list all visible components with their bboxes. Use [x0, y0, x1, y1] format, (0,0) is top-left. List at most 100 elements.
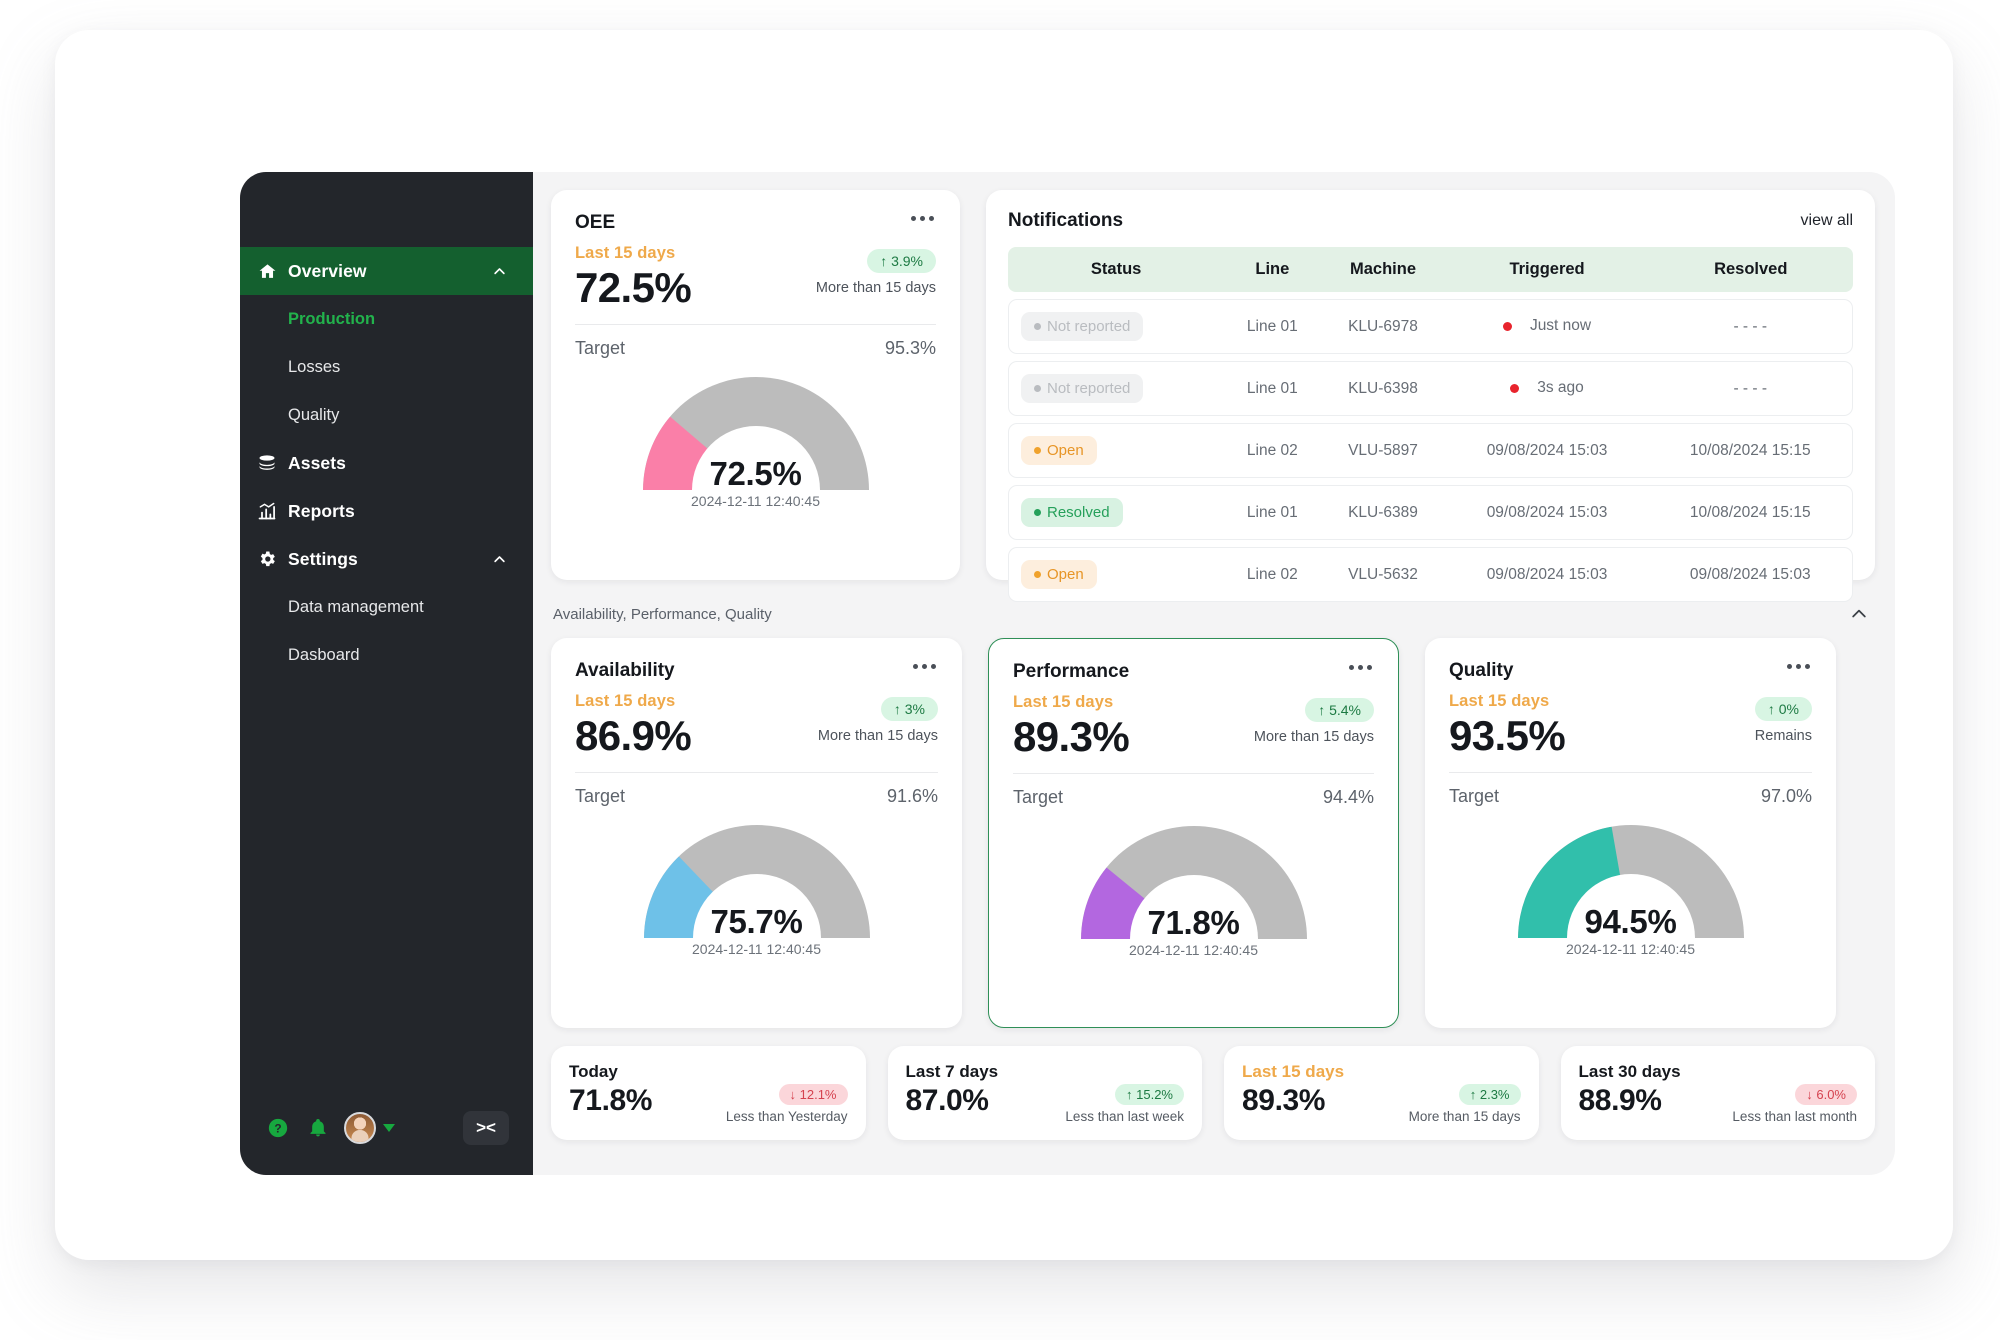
status-badge: Open: [1021, 436, 1097, 465]
sidebar-item-settings[interactable]: Settings: [240, 535, 533, 583]
kpi-trend-sub: More than 15 days: [1253, 729, 1374, 745]
oee-trend-sub: More than 15 days: [815, 280, 936, 296]
column-header-status: Status: [1008, 247, 1225, 292]
summary-card-value: 71.8%: [569, 1084, 653, 1117]
oee-kpi-left: Last 15 days 72.5%: [575, 244, 692, 311]
summary-trend-badge: ↑ 2.3%: [1458, 1084, 1521, 1105]
sidebar-item-losses[interactable]: Losses: [240, 343, 533, 391]
sidebar-item-production[interactable]: Production: [240, 295, 533, 343]
triggered-text: 3s ago: [1537, 379, 1584, 397]
more-options-icon[interactable]: [911, 660, 938, 673]
svg-text:?: ?: [274, 1122, 281, 1136]
notifications-table-body: Not reported Line 01 KLU-6978 Just now - - -…: [1008, 299, 1853, 602]
sidebar-subitem-label: Production: [288, 309, 376, 328]
kpi-card-quality[interactable]: Quality Last 15 days 93.5% ↑ 0% Remains Targe…: [1425, 638, 1836, 1028]
sidebar-item-quality[interactable]: Quality: [240, 391, 533, 439]
cell-machine: VLU-5897: [1320, 423, 1446, 478]
cell-triggered: 3s ago: [1445, 361, 1649, 416]
summary-card-body: 89.3% ↑ 2.3% More than 15 days: [1242, 1084, 1521, 1124]
table-row[interactable]: Open Line 02 VLU-5897 09/08/2024 15:03 10/08…: [1008, 423, 1853, 478]
summary-card-today[interactable]: Today 71.8% ↓ 12.1% Less than Yesterday: [551, 1046, 866, 1140]
cell-line: Line 02: [1224, 547, 1321, 602]
kpi-gauge: 71.8% 2024-12-11 12:40:45: [1013, 825, 1374, 958]
kpi-value: 89.3%: [1013, 713, 1130, 760]
kpi-target-row: Target 94.4%: [1013, 774, 1374, 808]
notifications-header: Notifications view all: [1008, 210, 1853, 232]
cell-status: Open: [1008, 423, 1225, 478]
chevron-up-icon[interactable]: [492, 264, 507, 279]
more-options-icon[interactable]: [909, 212, 936, 225]
cell-status: Open: [1008, 547, 1225, 602]
table-row[interactable]: Open Line 02 VLU-5632 09/08/2024 15:03 09/08…: [1008, 547, 1853, 602]
kpi-gauge: 94.5% 2024-12-11 12:40:45: [1449, 824, 1812, 957]
chevron-up-icon[interactable]: [1849, 604, 1869, 624]
notifications-title: Notifications: [1008, 210, 1124, 231]
kpi-left: Last 15 days 89.3%: [1013, 693, 1130, 760]
kpi-card-header: Availability: [575, 660, 938, 682]
gear-icon: [252, 549, 282, 569]
summary-card-title: Today: [569, 1062, 618, 1081]
kpi-card-performance[interactable]: Performance Last 15 days 89.3% ↑ 5.4% More t…: [988, 638, 1399, 1028]
oee-value: 72.5%: [575, 264, 692, 311]
summary-trend-badge: ↓ 6.0%: [1795, 1084, 1857, 1105]
collapse-sidebar-button[interactable]: ><: [463, 1111, 509, 1145]
sidebar-item-reports[interactable]: Reports: [240, 487, 533, 535]
sidebar-subitem-label: Dasboard: [288, 645, 360, 664]
oee-kpi-right: ↑ 3.9% More than 15 days: [816, 244, 936, 296]
kpi-target-value: 97.0%: [1760, 785, 1812, 806]
sidebar-item-dasboard[interactable]: Dasboard: [240, 631, 533, 679]
avatar[interactable]: [344, 1112, 376, 1144]
summary-card-last-7-days[interactable]: Last 7 days 87.0% ↑ 15.2% Less than last we…: [887, 1046, 1202, 1140]
cell-triggered: 09/08/2024 15:03: [1445, 423, 1649, 478]
kpi-gauge-arc: 94.5%: [1517, 824, 1744, 940]
column-header-line: Line: [1224, 247, 1321, 292]
summary-card-last-15-days[interactable]: Last 15 days 89.3% ↑ 2.3% More than 15 days: [1224, 1046, 1539, 1140]
chevron-down-icon[interactable]: [383, 1124, 395, 1132]
sidebar-item-data-management[interactable]: Data management: [240, 583, 533, 631]
help-icon[interactable]: ?: [258, 1108, 298, 1148]
triggered-text: 09/08/2024 15:03: [1486, 565, 1608, 583]
sidebar-item-overview[interactable]: Overview: [240, 247, 533, 295]
kpi-trend-badge: ↑ 0%: [1754, 697, 1812, 721]
status-badge-label: Not reported: [1047, 380, 1131, 397]
kpi-card-title: Performance: [1013, 661, 1130, 682]
oee-target-value: 95.3%: [884, 337, 936, 358]
sidebar-logo-area: [240, 172, 533, 247]
sidebar-footer: ? ><: [240, 1089, 533, 1175]
cell-line: Line 01: [1224, 485, 1321, 540]
oee-gauge: 72.5% 2024-12-11 12:40:45: [575, 376, 936, 509]
status-badge-label: Resolved: [1047, 504, 1110, 521]
sidebar-item-assets[interactable]: Assets: [240, 439, 533, 487]
status-badge-label: Not reported: [1047, 318, 1131, 335]
more-options-icon[interactable]: [1785, 660, 1812, 673]
triggered-text: 09/08/2024 15:03: [1486, 503, 1608, 521]
status-dot-icon: [1034, 385, 1041, 392]
kpi-right: ↑ 3% More than 15 days: [818, 692, 938, 744]
status-badge: Resolved: [1021, 498, 1123, 527]
top-row: OEE Last 15 days 72.5% ↑ 3.9% More than …: [551, 190, 1875, 602]
sidebar-item-label: Settings: [288, 548, 358, 569]
kpi-gauge-timestamp: 2024-12-11 12:40:45: [692, 940, 821, 957]
table-row[interactable]: Not reported Line 01 KLU-6398 3s ago - - - -: [1008, 361, 1853, 416]
kpi-right: ↑ 5.4% More than 15 days: [1254, 693, 1374, 745]
kpi-left: Last 15 days 93.5%: [1449, 692, 1566, 759]
chevron-up-icon[interactable]: [492, 552, 507, 567]
kpi-card-availability[interactable]: Availability Last 15 days 86.9% ↑ 3% More th…: [551, 638, 962, 1028]
summary-card-title: Last 30 days: [1578, 1062, 1681, 1081]
summary-card-title: Last 15 days: [1242, 1062, 1345, 1081]
cell-machine: VLU-5632: [1320, 547, 1446, 602]
oee-card: OEE Last 15 days 72.5% ↑ 3.9% More than …: [551, 190, 960, 580]
triggered-text: 09/08/2024 15:03: [1486, 441, 1608, 459]
table-row[interactable]: Not reported Line 01 KLU-6978 Just now - - -…: [1008, 299, 1853, 354]
sidebar-item-label: Reports: [288, 500, 355, 521]
status-dot-icon: [1034, 509, 1041, 516]
summary-trend-badge: ↓ 12.1%: [778, 1084, 848, 1105]
bell-icon[interactable]: [298, 1108, 338, 1148]
more-options-icon[interactable]: [1347, 661, 1374, 674]
cell-resolved: 10/08/2024 15:15: [1648, 423, 1853, 478]
summary-card-last-30-days[interactable]: Last 30 days 88.9% ↓ 6.0% Less than last mo…: [1560, 1046, 1875, 1140]
cell-resolved: - - - -: [1648, 361, 1853, 416]
view-all-link[interactable]: view all: [1801, 212, 1853, 230]
kpi-card-title: Quality: [1449, 660, 1514, 681]
table-row[interactable]: Resolved Line 01 KLU-6389 09/08/2024 15:03 1…: [1008, 485, 1853, 540]
